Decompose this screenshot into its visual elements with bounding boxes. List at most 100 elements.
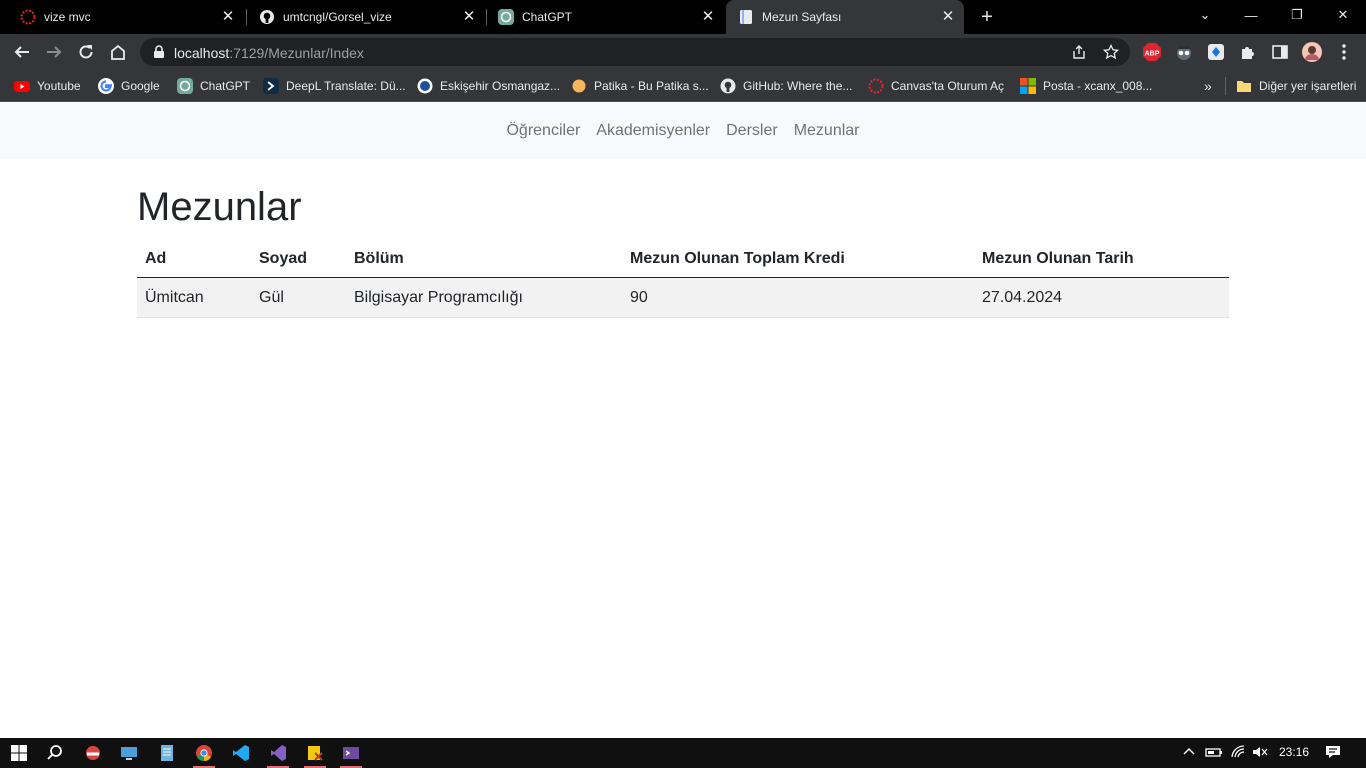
bookmark-star-icon[interactable] bbox=[1103, 44, 1119, 60]
minimize-icon[interactable]: — bbox=[1228, 0, 1274, 30]
new-tab-plus-icon[interactable]: + bbox=[977, 7, 997, 27]
table-cell: 90 bbox=[622, 277, 974, 318]
table-cell: Gül bbox=[251, 277, 346, 318]
profile-avatar-icon[interactable] bbox=[1302, 42, 1322, 62]
code-extension-icon[interactable] bbox=[1206, 42, 1226, 62]
column-header: Mezun Olunan Tarih bbox=[974, 240, 1229, 278]
university-icon bbox=[417, 78, 433, 94]
lock-icon bbox=[154, 45, 164, 58]
sql-tool-icon[interactable] bbox=[300, 741, 330, 768]
side-panel-icon[interactable] bbox=[1270, 42, 1290, 62]
column-header: Ad bbox=[137, 240, 251, 278]
page-icon bbox=[740, 10, 752, 24]
home-icon[interactable] bbox=[106, 40, 130, 64]
menu-kebab-icon[interactable] bbox=[1334, 42, 1354, 62]
bookmarks-bar: Youtube Google ChatGPT DeepL Translate: … bbox=[0, 70, 1366, 102]
tab-strip: vize mvc ✕ umtcngl/Gorsel_vize ✕ ChatGPT… bbox=[0, 0, 1366, 34]
tab-title: umtcngl/Gorsel_vize bbox=[283, 10, 392, 24]
patika-icon bbox=[572, 79, 586, 93]
notepad-icon[interactable] bbox=[152, 741, 182, 765]
back-icon[interactable] bbox=[10, 40, 34, 64]
vscode-icon[interactable] bbox=[226, 741, 256, 765]
close-icon[interactable]: ✕ bbox=[461, 9, 477, 25]
close-window-icon[interactable]: ✕ bbox=[1320, 0, 1366, 30]
bookmark-label: Youtube bbox=[37, 79, 81, 93]
share-icon[interactable] bbox=[1071, 44, 1087, 60]
chatgpt-icon bbox=[498, 9, 514, 25]
chatgpt-icon bbox=[177, 78, 193, 94]
bookmark-label: Google bbox=[121, 79, 160, 93]
nav-link-akademisyenler[interactable]: Akademisyenler bbox=[588, 122, 718, 140]
close-icon[interactable]: ✕ bbox=[700, 9, 716, 25]
column-header: Soyad bbox=[251, 240, 346, 278]
github-icon bbox=[720, 78, 736, 94]
remote-desktop-icon[interactable] bbox=[114, 741, 144, 765]
close-icon[interactable]: ✕ bbox=[220, 9, 236, 25]
url-text: localhost:7129/Mezunlar/Index bbox=[174, 45, 364, 61]
bookmark-label: DeepL Translate: Dü... bbox=[286, 79, 406, 93]
bookmark-eskisehir[interactable]: Eskişehir Osmangaz... bbox=[417, 77, 560, 95]
canvas-icon bbox=[20, 9, 36, 25]
microsoft-icon bbox=[1020, 78, 1036, 94]
tab-vize-mvc[interactable]: vize mvc ✕ bbox=[8, 0, 244, 34]
wifi-icon[interactable] bbox=[1231, 745, 1247, 762]
more-bookmarks-chevron-icon[interactable]: » bbox=[1204, 77, 1212, 95]
google-icon bbox=[98, 78, 114, 94]
nav-link-ogrenciler[interactable]: Öğrenciler bbox=[498, 122, 588, 140]
bookmark-google[interactable]: Google bbox=[98, 77, 160, 95]
tab-mezun-sayfasi[interactable]: Mezun Sayfası ✕ bbox=[726, 0, 964, 34]
bookmark-label: Eskişehir Osmangaz... bbox=[440, 79, 561, 93]
visual-studio-icon[interactable] bbox=[263, 741, 293, 768]
svg-text:ABP: ABP bbox=[1145, 51, 1160, 58]
table-header-row: Ad Soyad Bölüm Mezun Olunan Toplam Kredi… bbox=[137, 240, 1229, 278]
youtube-icon bbox=[14, 81, 30, 92]
tab-github[interactable]: umtcngl/Gorsel_vize ✕ bbox=[247, 0, 485, 34]
spy-extension-icon[interactable] bbox=[1174, 42, 1194, 62]
clock[interactable]: 23:16 bbox=[1279, 745, 1309, 759]
tab-title: vize mvc bbox=[44, 10, 91, 24]
address-bar[interactable]: localhost:7129/Mezunlar/Index bbox=[140, 38, 1130, 66]
restore-icon[interactable]: ❐ bbox=[1274, 0, 1320, 30]
reload-icon[interactable] bbox=[74, 40, 98, 64]
bookmark-patika[interactable]: Patika - Bu Patika s... bbox=[571, 77, 709, 95]
windows-start-icon[interactable] bbox=[4, 741, 34, 765]
bookmark-divider bbox=[1225, 77, 1226, 95]
other-bookmarks-folder[interactable]: Diğer yer işaretleri bbox=[1236, 77, 1356, 95]
deepl-icon bbox=[263, 78, 279, 94]
tray-chevron-up-icon[interactable] bbox=[1182, 745, 1196, 762]
bookmark-canvas[interactable]: Canvas'ta Oturum Aç bbox=[868, 77, 1004, 95]
volume-muted-icon[interactable] bbox=[1252, 745, 1268, 762]
search-icon[interactable] bbox=[40, 741, 70, 765]
page-title: Mezunlar bbox=[137, 185, 302, 229]
github-icon bbox=[260, 10, 274, 24]
folder-icon bbox=[1237, 81, 1251, 92]
canvas-icon bbox=[868, 78, 884, 94]
bookmark-youtube[interactable]: Youtube bbox=[14, 77, 81, 95]
bookmark-github[interactable]: GitHub: Where the... bbox=[720, 77, 852, 95]
adblock-plus-icon[interactable]: ABP bbox=[1142, 42, 1162, 62]
bookmark-chatgpt[interactable]: ChatGPT bbox=[177, 77, 250, 95]
nav-link-mezunlar[interactable]: Mezunlar bbox=[786, 122, 868, 140]
tab-chatgpt[interactable]: ChatGPT ✕ bbox=[486, 0, 724, 34]
bookmark-label: GitHub: Where the... bbox=[743, 79, 853, 93]
close-icon[interactable]: ✕ bbox=[940, 9, 956, 25]
notifications-icon[interactable] bbox=[1325, 745, 1341, 762]
tab-search-chevron-icon[interactable]: ⌄ bbox=[1182, 0, 1228, 30]
column-header: Mezun Olunan Toplam Kredi bbox=[622, 240, 974, 278]
bookmark-label: Diğer yer işaretleri bbox=[1259, 79, 1357, 93]
chrome-icon[interactable] bbox=[189, 741, 219, 768]
app-icon[interactable] bbox=[78, 741, 108, 765]
table-cell: Ümitcan bbox=[137, 277, 251, 318]
forward-icon[interactable] bbox=[42, 40, 66, 64]
bookmark-label: Canvas'ta Oturum Aç bbox=[891, 79, 1005, 93]
bookmark-posta[interactable]: Posta - xcanx_008... bbox=[1020, 77, 1152, 95]
terminal-app-icon[interactable] bbox=[336, 741, 366, 768]
table-row: Ümitcan Gül Bilgisayar Programcılığı 90 … bbox=[137, 277, 1229, 318]
bookmark-label: ChatGPT bbox=[200, 79, 251, 93]
nav-link-dersler[interactable]: Dersler bbox=[718, 122, 786, 140]
battery-icon[interactable] bbox=[1205, 745, 1223, 762]
web-page: Öğrenciler Akademisyenler Dersler Mezunl… bbox=[0, 103, 1366, 738]
extensions-puzzle-icon[interactable] bbox=[1238, 42, 1258, 62]
site-navbar: Öğrenciler Akademisyenler Dersler Mezunl… bbox=[0, 103, 1366, 159]
bookmark-deepl[interactable]: DeepL Translate: Dü... bbox=[263, 77, 406, 95]
